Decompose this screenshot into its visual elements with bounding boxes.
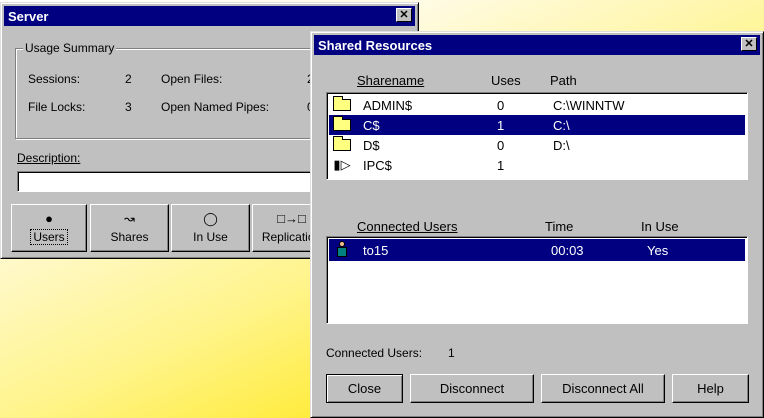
shared-resources-title: Shared Resources	[318, 38, 433, 53]
share-name: C$	[363, 118, 380, 133]
file-locks-value: 3	[125, 100, 132, 114]
connected-users-count-label: Connected Users:	[326, 346, 423, 360]
connected-users-header: Connected Users	[357, 219, 457, 234]
user-row[interactable]: to15 00:03 Yes	[329, 239, 745, 261]
users-icon: ●	[45, 211, 53, 226]
user-name: to15	[363, 243, 389, 258]
disconnect-button-label: Disconnect	[439, 381, 505, 396]
description-label-text: Description:	[17, 151, 81, 165]
replication-icon: □→□	[277, 211, 306, 226]
help-button[interactable]: Help	[672, 374, 749, 403]
in-use-button[interactable]: ◯ In Use	[171, 204, 250, 252]
share-uses: 1	[497, 118, 505, 133]
file-locks-label: File Locks:	[28, 100, 86, 114]
time-header: Time	[545, 219, 574, 234]
in-use-button-label: In Use	[193, 230, 228, 244]
close-button[interactable]: Close	[326, 374, 403, 403]
open-files-label: Open Files:	[161, 72, 223, 86]
share-uses: 0	[497, 138, 505, 153]
shares-list[interactable]: ADMIN$ 0 C:\WINNTW C$ 1 C:\ D$ 0 D:\ ▮▷ …	[326, 92, 748, 180]
shared-folder-icon	[333, 136, 351, 151]
share-row[interactable]: C$ 1 C:\	[329, 115, 745, 135]
in-use-header: In Use	[641, 219, 679, 234]
shares-button-label: Shares	[110, 230, 149, 244]
description-label: Description:	[17, 151, 80, 165]
named-pipe-icon: ▮▷	[333, 157, 351, 172]
share-name: D$	[363, 138, 380, 153]
share-name: ADMIN$	[363, 98, 413, 113]
share-path: C:\	[553, 118, 570, 133]
users-button-label: Users	[30, 229, 68, 245]
share-path: C:\WINNTW	[553, 98, 625, 113]
share-row[interactable]: ▮▷ IPC$ 1	[329, 155, 745, 175]
disconnect-all-button-label: Disconnect All	[562, 381, 644, 396]
sessions-label: Sessions:	[28, 72, 81, 86]
shared-resources-window: Shared Resources ✕ Sharename Uses Path A…	[310, 31, 764, 418]
share-uses: 0	[497, 98, 505, 113]
share-uses: 1	[497, 158, 505, 173]
server-title-bar[interactable]: Server ✕	[4, 6, 415, 26]
sessions-value: 2	[125, 72, 132, 86]
server-close-icon[interactable]: ✕	[396, 8, 412, 22]
share-name: IPC$	[363, 158, 392, 173]
disconnect-all-button[interactable]: Disconnect All	[541, 374, 665, 403]
shared-folder-icon	[333, 96, 351, 111]
users-button[interactable]: ● Users	[11, 204, 87, 252]
shared-resources-title-bar[interactable]: Shared Resources ✕	[314, 35, 760, 55]
sharename-header: Sharename	[357, 73, 424, 88]
open-named-pipes-label: Open Named Pipes:	[161, 100, 270, 114]
shared-resources-close-icon[interactable]: ✕	[741, 37, 757, 51]
server-window-title: Server	[8, 9, 49, 24]
sharename-header-text: Sharename	[357, 73, 425, 88]
uses-header: Uses	[491, 73, 521, 88]
share-row[interactable]: D$ 0 D:\	[329, 135, 745, 155]
shares-button[interactable]: ↝ Shares	[90, 204, 169, 252]
user-time: 00:03	[551, 243, 584, 258]
close-button-label: Close	[347, 381, 382, 396]
connected-users-count: 1	[448, 346, 455, 360]
user-in-use: Yes	[647, 243, 669, 258]
connected-users-list[interactable]: to15 00:03 Yes	[326, 236, 748, 324]
help-button-label: Help	[697, 381, 724, 396]
lightbulb-icon: ◯	[203, 211, 218, 226]
connected-users-header-text: Connected Users	[357, 219, 458, 234]
user-icon	[335, 241, 349, 257]
shared-folder-icon	[333, 116, 351, 131]
usage-summary-label: Usage Summary	[23, 41, 117, 55]
disconnect-button[interactable]: Disconnect	[410, 374, 534, 403]
shares-icon: ↝	[124, 211, 135, 226]
share-path: D:\	[553, 138, 570, 153]
share-row[interactable]: ADMIN$ 0 C:\WINNTW	[329, 95, 745, 115]
path-header: Path	[550, 73, 577, 88]
